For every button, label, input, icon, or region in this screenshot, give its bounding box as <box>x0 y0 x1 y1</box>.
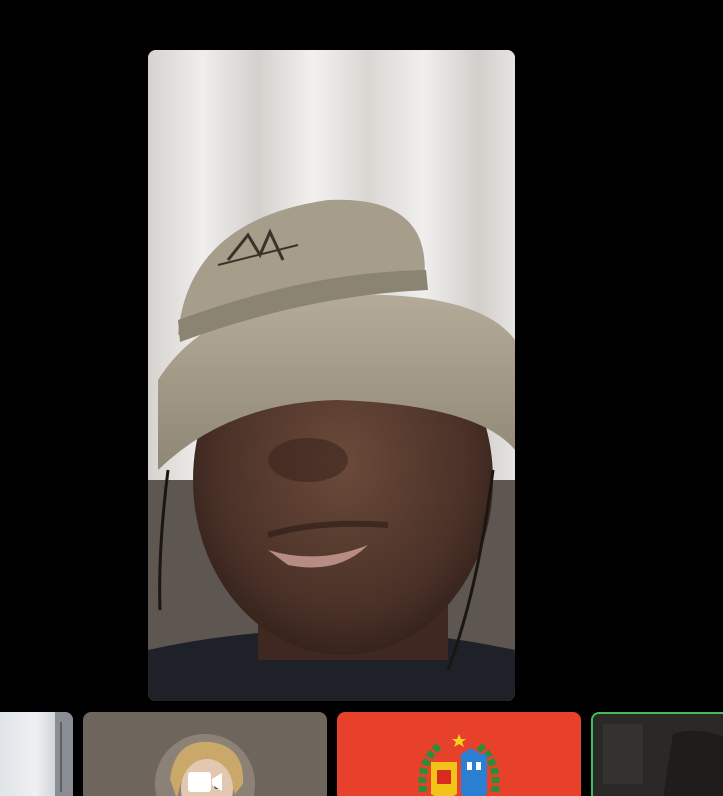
participant-video-feed <box>55 712 73 796</box>
participant-thumbnail-4-active[interactable] <box>591 712 723 796</box>
emblem-logo <box>418 734 500 796</box>
participant-thumbnail-3[interactable] <box>337 712 581 796</box>
participant-video-feed <box>593 714 723 796</box>
video-call-stage <box>0 0 723 796</box>
participant-thumbnail-2[interactable] <box>83 712 327 796</box>
participant-thumbnail-1[interactable] <box>0 712 73 796</box>
main-video-tile[interactable] <box>148 50 515 701</box>
video-camera-icon[interactable] <box>187 768 223 796</box>
main-video-feed <box>148 50 515 701</box>
